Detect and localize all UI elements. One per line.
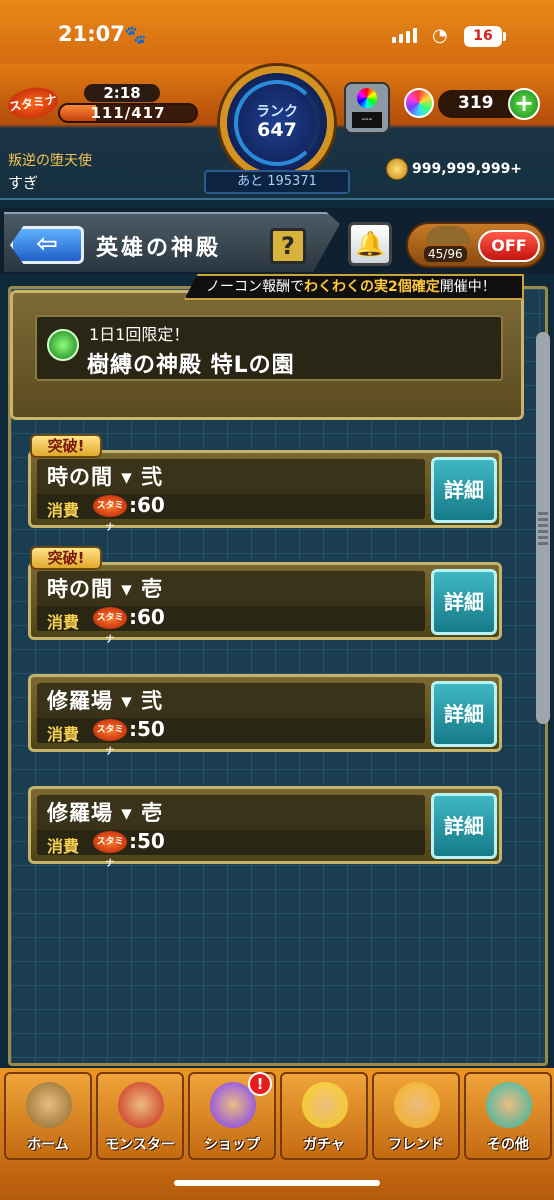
nav-label: ショップ xyxy=(204,1137,260,1153)
quest-card-inner: 修羅場 ▾ 壱 消費 スタミナ :50 xyxy=(37,795,425,869)
other-icon xyxy=(486,1082,532,1128)
stamina-count: 111/417 xyxy=(90,104,166,122)
game-header: 111/417 2:18 スタミナ ランク 647 あと 195371 --- … xyxy=(0,64,554,200)
event-banner-prefix: ノーコン報酬で xyxy=(206,279,304,295)
stamina-icon: スタミナ xyxy=(5,83,61,123)
quest-card[interactable]: 時の間 ▾ 弐 消費 スタミナ :60 詳細 xyxy=(28,450,502,533)
nav-item[interactable]: モンスター xyxy=(96,1072,184,1160)
quest-name: 時の間 ▾ 弐 xyxy=(47,465,164,489)
nav-item[interactable]: フレンド xyxy=(372,1072,460,1160)
quest-card[interactable]: 修羅場 ▾ 壱 消費 スタミナ :50 詳細 xyxy=(28,786,502,869)
gacha-egg-icon xyxy=(302,1082,348,1128)
quest-name: 修羅場 ▾ 弐 xyxy=(47,689,164,713)
nav-label: ガチャ xyxy=(303,1137,345,1153)
title-bar: ⇦ 英雄の神殿 ? 🔔 45/96 OFF xyxy=(0,208,554,274)
paw-icon: 🐾 xyxy=(124,25,147,46)
page-title: 英雄の神殿 xyxy=(96,236,222,261)
nav-item[interactable]: ショップ ! xyxy=(188,1072,276,1160)
friend-icon xyxy=(394,1082,440,1128)
bell-icon: 🔔 xyxy=(355,230,385,258)
nav-label: フレンド xyxy=(388,1137,444,1153)
cellular-signal-icon xyxy=(392,28,417,43)
featured-quest-inner: 1日1回限定！ 樹縛の神殿 特Lの園 xyxy=(35,315,503,381)
status-bar: 21:07 🐾 ◔ 16 xyxy=(0,0,554,64)
cost-label: 消費 xyxy=(47,837,80,856)
detail-button[interactable]: 詳細 xyxy=(431,681,497,747)
breakthrough-badge: 突破! xyxy=(30,434,102,458)
stamina-cost-icon: スタミナ xyxy=(93,719,127,757)
off-button[interactable]: OFF xyxy=(478,230,540,262)
detail-button[interactable]: 詳細 xyxy=(431,569,497,635)
quest-name: 修羅場 ▾ 壱 xyxy=(47,801,164,825)
stamina-cost-value: :60 xyxy=(129,493,165,517)
scrollbar[interactable] xyxy=(536,332,550,724)
cost-label: 消費 xyxy=(47,725,80,744)
featured-quest-subtitle: 1日1回限定！ xyxy=(89,325,190,344)
quest-card-inner: 修羅場 ▾ 弐 消費 スタミナ :50 xyxy=(37,683,425,757)
detail-button[interactable]: 詳細 xyxy=(431,793,497,859)
bell-button[interactable]: 🔔 xyxy=(348,222,392,266)
notification-badge: ! xyxy=(248,1072,272,1096)
event-banner-highlight: わくわくの実2個確定 xyxy=(304,279,440,295)
battery-tip xyxy=(503,32,506,41)
quest-name: 時の間 ▾ 壱 xyxy=(47,577,164,601)
home-icon xyxy=(26,1082,72,1128)
nav-label: モンスター xyxy=(105,1137,175,1153)
wifi-icon: ◔ xyxy=(432,25,448,46)
nav-item[interactable]: ガチャ xyxy=(280,1072,368,1160)
home-indicator xyxy=(174,1180,380,1186)
help-button[interactable]: ? xyxy=(270,228,306,264)
quest-card-inner: 時の間 ▾ 弐 消費 スタミナ :60 xyxy=(37,459,425,533)
monster-icon xyxy=(118,1082,164,1128)
rank-value: 647 xyxy=(257,119,297,141)
stamina-cost-value: :50 xyxy=(129,717,165,741)
rank-badge[interactable]: ランク 647 xyxy=(220,66,334,180)
nav-item[interactable]: その他 xyxy=(464,1072,552,1160)
status-time: 21:07 xyxy=(58,22,125,46)
orb-icon xyxy=(404,88,434,118)
nav-label: ホーム xyxy=(27,1137,69,1153)
orb-count: 319 xyxy=(458,93,494,113)
orb-machine-screen: --- xyxy=(352,112,382,128)
battery-indicator: 16 xyxy=(464,26,502,47)
cost-label: 消費 xyxy=(47,501,80,520)
stamina-cost-icon: スタミナ xyxy=(93,831,127,869)
quest-card[interactable]: 時の間 ▾ 壱 消費 スタミナ :60 詳細 xyxy=(28,562,502,645)
rank-label: ランク xyxy=(256,104,298,120)
back-button[interactable]: ⇦ xyxy=(10,226,84,264)
player-name: すぎ xyxy=(8,174,39,192)
wood-element-icon xyxy=(47,329,79,361)
stamina-timer: 2:18 xyxy=(84,84,160,102)
turtle-icon xyxy=(426,226,470,244)
event-banner-suffix: 開催中！ xyxy=(439,279,496,295)
stamina-cost-icon: スタミナ xyxy=(93,607,127,645)
nav-item[interactable]: ホーム xyxy=(4,1072,92,1160)
rank-next-exp: あと 195371 xyxy=(204,170,350,194)
auto-play-toggle[interactable]: 45/96 OFF xyxy=(406,222,546,268)
nav-label: その他 xyxy=(487,1137,529,1153)
orb-machine-icon[interactable]: --- xyxy=(344,82,390,134)
add-orb-button[interactable]: + xyxy=(508,88,540,120)
orb-machine-light xyxy=(357,88,377,108)
stamina-cost-value: :50 xyxy=(129,829,165,853)
stamina-cost-icon: スタミナ xyxy=(93,495,127,533)
quest-card[interactable]: 修羅場 ▾ 弐 消費 スタミナ :50 詳細 xyxy=(28,674,502,757)
scrollbar-grip[interactable] xyxy=(538,512,548,548)
cost-label: 消費 xyxy=(47,613,80,632)
player-title: 叛逆の堕天使 xyxy=(8,153,92,169)
coin-value: 999,999,999+ xyxy=(412,161,523,177)
quest-card-inner: 時の間 ▾ 壱 消費 スタミナ :60 xyxy=(37,571,425,645)
event-banner: ノーコン報酬でわくわくの実2個確定開催中！ xyxy=(184,274,524,300)
stamina-block[interactable]: 111/417 2:18 スタミナ xyxy=(5,83,198,124)
breakthrough-badge: 突破! xyxy=(30,546,102,570)
auto-count: 45/96 xyxy=(424,246,467,262)
stamina-cost-value: :60 xyxy=(129,605,165,629)
detail-button[interactable]: 詳細 xyxy=(431,457,497,523)
featured-quest-title: 樹縛の神殿 特Lの園 xyxy=(87,353,295,378)
featured-quest-panel[interactable]: 1日1回限定！ 樹縛の神殿 特Lの園 xyxy=(10,290,524,420)
coin-icon xyxy=(386,158,408,180)
